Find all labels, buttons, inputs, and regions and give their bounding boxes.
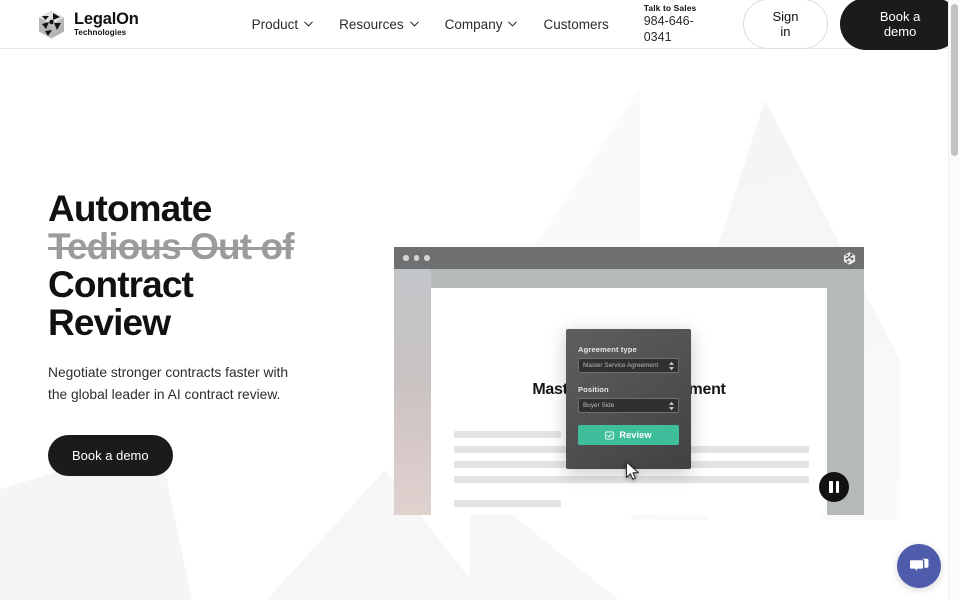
nav-item-resources[interactable]: Resources <box>326 11 432 38</box>
page-root: LegalOn Technologies Product Resources C… <box>0 0 960 600</box>
hero-video-player[interactable]: Master Service Agreement Agreement <box>394 247 864 515</box>
talk-to-sales-phone: 984-646-0341 <box>643 14 694 44</box>
talk-to-sales[interactable]: Talk to Sales 984-646-0341 <box>644 3 721 46</box>
text-line <box>454 431 561 438</box>
scrollbar-thumb[interactable] <box>951 4 958 156</box>
talk-to-sales-label: Talk to Sales <box>643 2 697 13</box>
pause-icon <box>829 481 833 493</box>
stepper-arrows-icon <box>669 401 674 410</box>
book-demo-button-hero[interactable]: Book a demo <box>48 435 173 477</box>
window-dot <box>413 255 419 261</box>
app-sidebar-mock <box>394 269 431 515</box>
hero-copy: Automate Tedious Out of Contract Review … <box>48 189 338 515</box>
text-line <box>454 500 561 507</box>
agreement-type-select[interactable]: Master Service Agreement <box>578 358 679 373</box>
position-value: Buyer Side <box>583 402 615 409</box>
hero-title-strikethrough: Tedious Out of <box>48 226 295 268</box>
hero-title-line-4: Review <box>48 302 171 344</box>
position-label: Position <box>578 385 609 394</box>
mouse-pointer-icon <box>625 461 639 480</box>
nav-item-customers[interactable]: Customers <box>530 11 621 38</box>
nav-item-label: Company <box>444 16 503 32</box>
brand-text: LegalOn Technologies <box>74 11 139 38</box>
legalon-cube-icon <box>39 10 64 38</box>
position-select[interactable]: Buyer Side <box>578 398 679 413</box>
brand-subtitle: Technologies <box>74 28 127 38</box>
pause-icon <box>835 481 839 493</box>
page-title: Automate Tedious Out of Contract Review <box>48 188 338 344</box>
sign-in-button[interactable]: Sign in <box>742 0 829 49</box>
review-button-label: Review <box>619 430 652 440</box>
hero-title-line-1: Automate <box>48 188 212 229</box>
chat-bubble-icon <box>908 558 929 574</box>
brand-name: LegalOn <box>74 9 139 28</box>
hero-section: Automate Tedious Out of Contract Review … <box>0 49 960 515</box>
hero-title-line-3: Contract <box>48 264 194 306</box>
hero-subtitle: Negotiate stronger contracts faster with… <box>48 365 289 402</box>
site-header: LegalOn Technologies Product Resources C… <box>0 0 960 50</box>
review-settings-panel: Agreement type Master Service Agreement … <box>566 329 691 480</box>
video-window-titlebar <box>394 247 864 269</box>
book-demo-button-header[interactable]: Book a demo <box>840 0 960 50</box>
agreement-type-value: Master Service Agreement <box>583 362 659 369</box>
chat-widget-button[interactable] <box>897 544 941 588</box>
window-dot <box>424 255 430 261</box>
chevron-down-icon <box>304 21 313 27</box>
brand-logo-link[interactable]: LegalOn Technologies <box>38 10 139 39</box>
nav-item-product[interactable]: Product <box>239 11 327 38</box>
review-button[interactable]: Review <box>578 425 679 445</box>
nav-item-label: Product <box>251 16 299 32</box>
window-control-dots <box>403 255 430 261</box>
stepper-arrows-icon <box>669 361 674 370</box>
video-content: Master Service Agreement Agreement <box>394 269 864 515</box>
nav-item-label: Customers <box>543 16 609 32</box>
nav-item-label: Resources <box>339 16 404 32</box>
video-pause-button[interactable] <box>819 472 849 502</box>
chevron-down-icon <box>409 21 419 27</box>
document-check-icon <box>605 431 615 439</box>
agreement-type-label: Agreement type <box>578 345 637 354</box>
nav-item-company[interactable]: Company <box>432 11 531 38</box>
window-dot <box>403 255 409 261</box>
page-scrollbar[interactable] <box>948 0 960 600</box>
legalon-cube-icon <box>843 251 856 265</box>
primary-nav: Product Resources Company Customers Talk… <box>239 0 960 50</box>
chevron-down-icon <box>508 21 518 27</box>
